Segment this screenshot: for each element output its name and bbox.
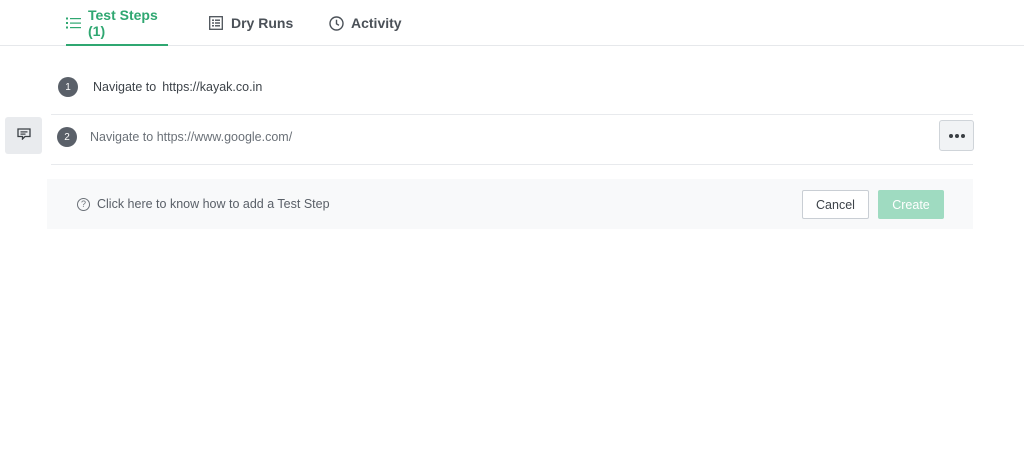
tab-test-steps-label: Test Steps (1) [88, 7, 158, 39]
step-url: https://kayak.co.in [162, 80, 263, 94]
test-step-2: 2 [57, 127, 690, 147]
help-link[interactable]: ? Click here to know how to add a Test S… [77, 179, 330, 229]
test-step-1[interactable]: 1 Navigate to https://kayak.co.in [58, 76, 262, 98]
tab-activity[interactable]: Activity [328, 0, 402, 46]
tab-activity-label: Activity [351, 15, 402, 31]
step-input[interactable] [90, 130, 690, 144]
create-button[interactable]: Create [878, 190, 944, 219]
help-icon: ? [77, 197, 90, 211]
step-action: Navigate to [93, 80, 157, 94]
step-footer: ? Click here to know how to add a Test S… [47, 179, 973, 229]
cancel-button[interactable]: Cancel [802, 190, 869, 219]
more-icon [948, 133, 965, 138]
more-options-button[interactable] [939, 120, 974, 151]
comment-button[interactable] [5, 117, 42, 154]
tab-bar: Test Steps (1) Dry Runs Activity [0, 0, 1024, 46]
step-divider [51, 164, 973, 165]
clock-icon [328, 15, 344, 31]
tab-dry-runs[interactable]: Dry Runs [208, 0, 293, 46]
step-number-badge: 2 [57, 127, 77, 147]
tab-test-steps[interactable]: Test Steps (1) [66, 0, 168, 46]
step-number-badge: 1 [58, 77, 78, 97]
comment-icon [16, 127, 31, 145]
step-divider [51, 114, 973, 115]
tab-dry-runs-label: Dry Runs [231, 15, 294, 31]
help-text: Click here to know how to add a Test Ste… [97, 197, 330, 211]
dry-runs-icon [208, 15, 224, 31]
list-icon [66, 15, 81, 31]
